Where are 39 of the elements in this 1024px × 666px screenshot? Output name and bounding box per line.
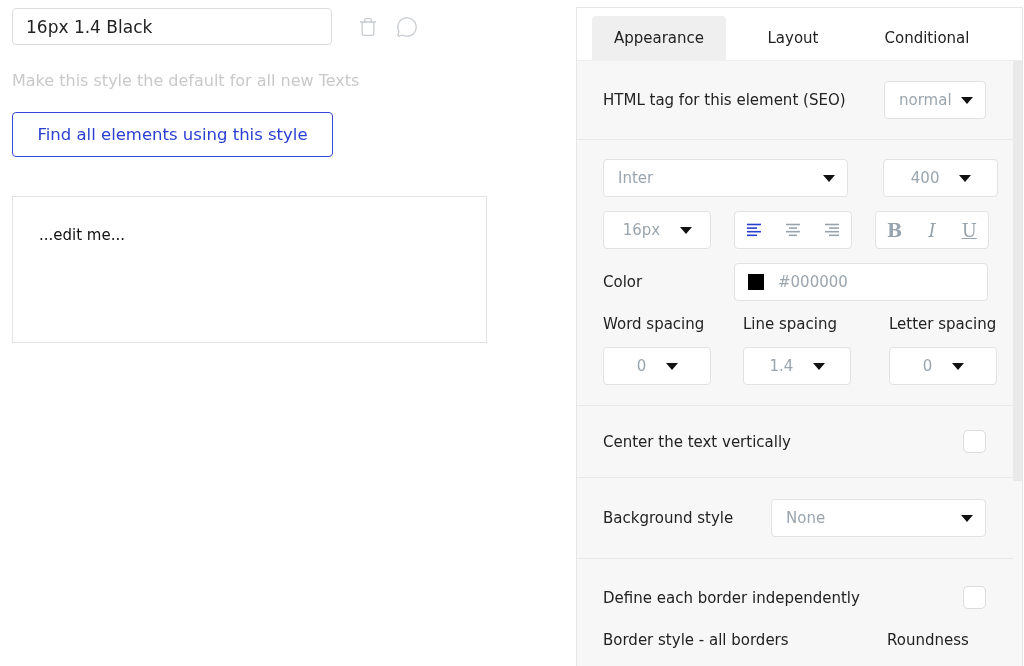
style-name-field[interactable]: 16px 1.4 Black: [12, 8, 332, 45]
scrollbar[interactable]: [1013, 61, 1022, 481]
caret-icon: [961, 96, 973, 104]
spacing-dropdown[interactable]: 1.4: [743, 347, 851, 385]
font-family-dropdown[interactable]: Inter: [603, 159, 849, 197]
find-elements-button[interactable]: Find all elements using this style: [12, 112, 333, 157]
roundness-label: Roundness: [887, 631, 969, 649]
html-tag-dropdown[interactable]: normal: [884, 81, 986, 119]
panel-tab[interactable]: Appearance: [592, 16, 726, 60]
spacing-label: Letter spacing: [889, 315, 997, 333]
caret-icon: [961, 514, 973, 522]
spacing-label: Line spacing: [743, 315, 838, 333]
spacing-dropdown[interactable]: 0: [889, 347, 997, 385]
comment-icon[interactable]: [396, 15, 418, 38]
independent-border-checkbox[interactable]: [963, 586, 986, 609]
background-style-dropdown[interactable]: None: [771, 499, 986, 537]
caret-icon: [666, 362, 679, 370]
text-style-toggle[interactable]: I: [919, 219, 945, 241]
spacing-label: Word spacing: [603, 315, 706, 333]
border-style-label: Border style - all borders: [603, 631, 790, 649]
preview-text[interactable]: ...edit me...: [39, 226, 125, 244]
font-weight-dropdown[interactable]: 400: [883, 159, 998, 197]
font-size-dropdown[interactable]: 16px: [603, 211, 711, 249]
center-vertically-label: Center the text vertically: [603, 432, 791, 451]
center-vertically-checkbox[interactable]: [963, 430, 986, 453]
trash-icon[interactable]: [358, 16, 378, 37]
color-label: Color: [603, 273, 644, 291]
text-style-toggle[interactable]: B: [881, 219, 908, 241]
background-style-label: Background style: [603, 509, 734, 527]
caret-icon: [952, 362, 965, 370]
caret-icon: [813, 362, 826, 370]
caret-icon: [680, 226, 693, 234]
caret-icon: [959, 174, 972, 182]
text-style-toggle[interactable]: U: [956, 219, 983, 241]
color-field[interactable]: #000000: [734, 263, 988, 301]
independent-border-label: Define each border independently: [603, 588, 860, 607]
caret-icon: [823, 174, 836, 182]
spacing-dropdown[interactable]: 0: [603, 347, 711, 385]
html-tag-label: HTML tag for this element (SEO): [603, 91, 846, 109]
